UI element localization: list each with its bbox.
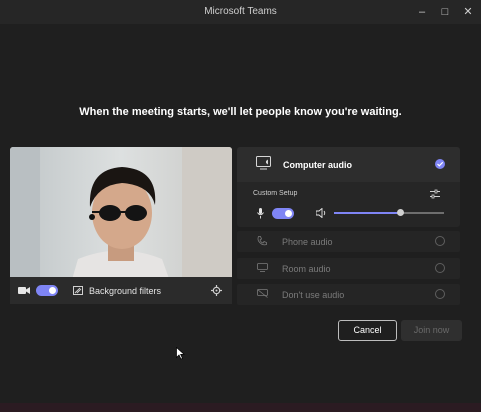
room-audio-radio[interactable]: [435, 263, 445, 273]
waiting-message: When the meeting starts, we'll let peopl…: [79, 106, 402, 118]
background-filters-icon: [73, 286, 83, 295]
no-audio-label: Don't use audio: [282, 290, 345, 300]
room-icon: [257, 263, 268, 272]
no-audio-option[interactable]: [237, 284, 460, 305]
toggle-knob: [285, 210, 292, 217]
computer-audio-icon: [256, 156, 271, 170]
phone-audio-radio[interactable]: [435, 236, 445, 246]
minimize-button[interactable]: –: [411, 0, 433, 24]
room-audio-label: Room audio: [282, 264, 331, 274]
custom-setup-panel: [237, 182, 460, 227]
volume-slider-fill: [334, 212, 400, 214]
room-audio-option[interactable]: [237, 258, 460, 279]
custom-setup-label: Custom Setup: [253, 190, 298, 197]
maximize-button[interactable]: □: [434, 0, 456, 24]
cancel-button[interactable]: Cancel: [338, 320, 397, 341]
join-now-button[interactable]: Join now: [401, 320, 462, 341]
no-audio-radio[interactable]: [435, 289, 445, 299]
close-button[interactable]: ✕: [457, 0, 479, 24]
window-title: Microsoft Teams: [204, 6, 277, 17]
background-filters-button[interactable]: Background filters: [89, 286, 161, 296]
checkmark-icon: [437, 161, 444, 167]
selected-check-icon: [435, 159, 445, 169]
mouse-cursor-icon: [176, 347, 185, 360]
phone-icon: [257, 236, 267, 246]
settings-gear-icon[interactable]: [211, 285, 222, 296]
phone-audio-label: Phone audio: [282, 237, 333, 247]
device-settings-icon[interactable]: [430, 189, 440, 199]
taskbar: [0, 403, 481, 412]
camera-toggle[interactable]: [36, 285, 58, 296]
speaker-icon: [316, 208, 326, 218]
volume-slider-track[interactable]: [334, 209, 444, 216]
no-audio-icon: [257, 289, 268, 298]
microphone-toggle[interactable]: [272, 208, 294, 219]
microphone-icon: [257, 208, 264, 219]
computer-audio-label: Computer audio: [283, 160, 352, 170]
volume-slider-thumb[interactable]: [396, 209, 404, 216]
phone-audio-option[interactable]: [237, 231, 460, 252]
toggle-knob: [49, 287, 56, 294]
camera-icon: [18, 287, 30, 294]
